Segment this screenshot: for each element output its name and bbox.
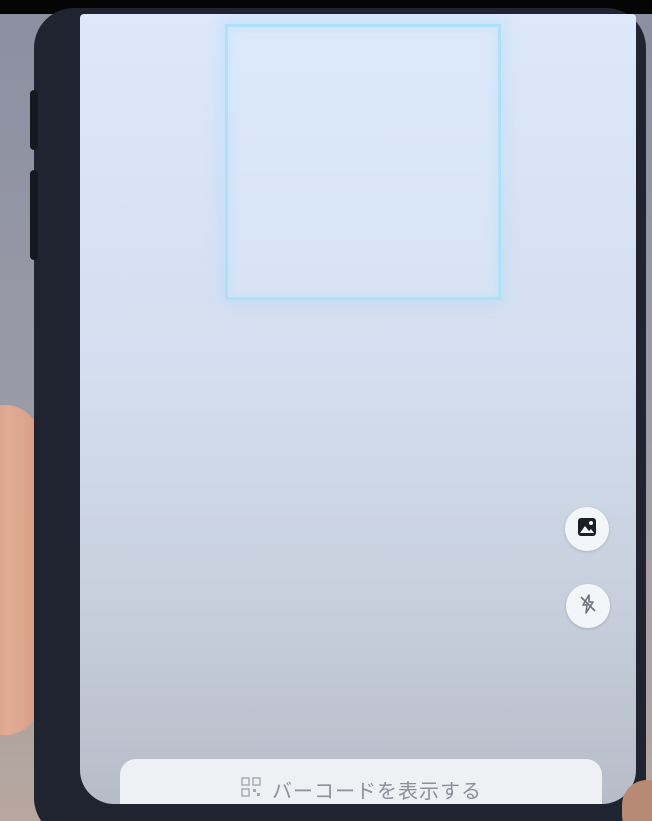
scan-target-frame [225, 24, 501, 300]
phone-side-button [30, 90, 38, 150]
flash-toggle-button[interactable] [566, 584, 610, 628]
show-barcode-button[interactable]: バーコードを表示する [120, 759, 602, 804]
phone-side-button [30, 170, 38, 260]
show-barcode-label: バーコードを表示する [272, 778, 482, 803]
qr-code-icon [240, 776, 262, 802]
photo-scene: バーコードを表示する [0, 0, 652, 821]
image-gallery-icon [576, 516, 598, 542]
flash-off-icon [577, 593, 599, 619]
gallery-button[interactable] [565, 507, 609, 551]
scanner-screen: バーコードを表示する [80, 14, 636, 804]
